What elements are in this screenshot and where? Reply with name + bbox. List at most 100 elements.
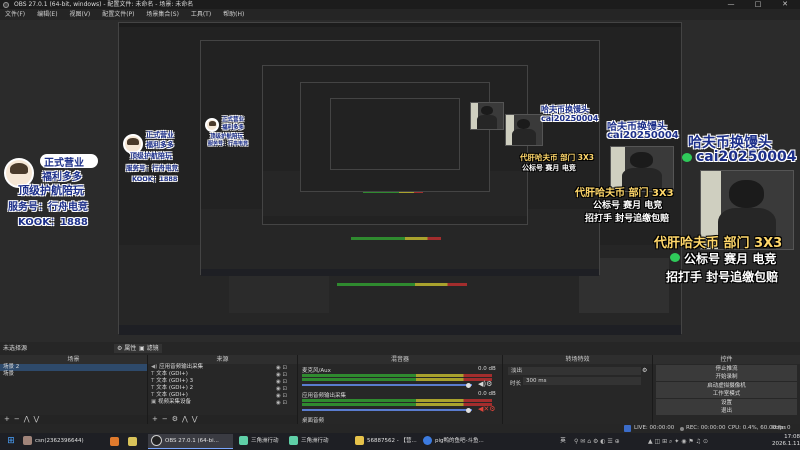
windows-start-icon[interactable]: ⊞ (4, 434, 18, 449)
menu-profile[interactable]: 配置文件(P) (97, 9, 139, 20)
delta-force-icon (289, 436, 298, 445)
duration-input[interactable]: 300 ms (523, 377, 641, 385)
app-icon (110, 437, 119, 446)
menu-tools[interactable]: 工具(T) (186, 9, 216, 20)
virtual-camera-button[interactable]: 启动虚拟摄像机 (656, 381, 797, 390)
close-button[interactable]: ✕ (772, 0, 798, 9)
menu-view[interactable]: 视图(V) (64, 9, 95, 20)
volume-knob[interactable] (466, 407, 471, 413)
source-item[interactable]: T 文本 (GDI+) (148, 392, 297, 399)
transition-select[interactable]: 淡出 (508, 367, 641, 375)
system-tray-icons-2[interactable]: ▲ ◫ ⊞ ⌕ ✦ ◉ ⚑ ♫ ⊙ (648, 434, 748, 449)
sources-dock: 来源 ◀) 应用音频输出采集 T 文本 (GDI+) T 文本 (GDI+) 3… (148, 355, 298, 424)
camera-icon: ▣ (151, 399, 157, 405)
source-item[interactable]: ▣ 视频采集设备 (148, 399, 297, 406)
preview-canvas[interactable]: 哈夫币换馒头 cai20250004 代肝哈夫币 部门 3X3 公标号 赛月 电… (0, 20, 800, 342)
volume-slider[interactable] (302, 384, 472, 386)
studio-mode-button[interactable]: 工作室模式 (656, 390, 797, 398)
maximize-button[interactable]: □ (745, 0, 771, 9)
rec-time: REC: 00:00:00 (686, 425, 726, 431)
source-item[interactable]: T 文本 (GDI+) 3 (148, 378, 297, 385)
move-up-icon[interactable]: ⋀ (24, 415, 30, 423)
input-method-indicator[interactable]: 英 (556, 434, 570, 449)
eye-icon[interactable]: ◉ ⊡ (276, 393, 287, 400)
source-toolbar: 未选择源 ⚙ 属性 ▣ 滤镜 (0, 342, 800, 355)
source-item[interactable]: ◀) 应用音频输出采集 (148, 364, 297, 371)
taskbar-item-obs[interactable]: OBS 27.0.1 (64-bi... (148, 434, 233, 449)
taskbar-app[interactable] (126, 434, 140, 449)
scenes-dock: 场景 场景 2 场景 + − ⋀ ⋁ (0, 355, 148, 424)
overlay-medium-line5: 招打手 封号追缴包赔 (585, 214, 670, 224)
badge-small-line3: 顶级护航陪玩 (210, 134, 244, 140)
taskbar-item-qq[interactable]: csn(2362396644) (20, 434, 105, 449)
taskbar-item-chat[interactable]: 56887562 - 【营... (352, 434, 417, 449)
wechat-icon-2 (670, 253, 680, 262)
taskbar-label: 56887562 - 【营... (367, 438, 417, 444)
stream-health-icon (624, 425, 631, 432)
source-item[interactable]: T 文本 (GDI+) (148, 371, 297, 378)
eye-icon[interactable]: ◉ ⊡ (276, 400, 287, 407)
source-label: 视频采集设备 (157, 399, 191, 405)
scene-item[interactable]: 场景 (0, 371, 147, 378)
eye-icon[interactable]: ◉ ⊡ (276, 379, 287, 386)
eye-icon[interactable]: ◉ ⊡ (276, 372, 287, 379)
volume-knob[interactable] (466, 382, 471, 388)
badge-medium-line3: 顶级护航陪玩 (130, 152, 172, 160)
taskbar-app[interactable] (108, 434, 122, 449)
transition-settings-icon[interactable]: ⚙ (642, 367, 647, 374)
overlay-line4: 公标号 赛月 电竞 (684, 252, 777, 266)
move-up-icon[interactable]: ⋀ (182, 415, 188, 423)
webcam-feed-small-2 (470, 102, 504, 130)
no-source-selected-label: 未选择源 (3, 345, 28, 352)
badge-line2: 福利多多 (42, 172, 82, 183)
exit-button[interactable]: 退出 (656, 407, 797, 415)
wechat-icon (682, 153, 692, 162)
remove-source-icon[interactable]: − (162, 415, 168, 423)
system-tray-icons[interactable]: ⚲ ✉ ⌂ ⚙ ◐ ☰ ⊕ (574, 434, 644, 449)
menu-bar: 文件(F) 编辑(E) 视图(V) 配置文件(P) 场景集合(S) 工具(T) … (0, 9, 800, 20)
source-item[interactable]: T 文本 (GDI+) 2 (148, 385, 297, 392)
volume-slider[interactable] (302, 409, 472, 411)
mute-icon[interactable]: ◀)⚙ (478, 380, 492, 388)
minimize-button[interactable]: — (718, 0, 744, 9)
stop-streaming-button[interactable]: 停止推流 (656, 364, 797, 373)
taskbar-item-game-2[interactable]: 三角洲行动 (286, 434, 346, 449)
settings-button[interactable]: 设置 (656, 398, 797, 407)
taskbar-item-browser[interactable]: pig鸭的鱼吧-斗鱼... (420, 434, 490, 449)
add-source-icon[interactable]: + (152, 415, 158, 423)
filters-button[interactable]: ▣ 滤镜 (136, 344, 162, 353)
source-settings-icon[interactable]: ⚙ (172, 415, 178, 423)
muted-icon[interactable]: ◀✕⚙ (478, 405, 496, 413)
menu-scene-collection[interactable]: 场景集合(S) (141, 9, 184, 20)
bitrate: kb/s: 0 (772, 425, 791, 431)
move-down-icon[interactable]: ⋁ (192, 415, 198, 423)
move-down-icon[interactable]: ⋁ (34, 415, 40, 423)
eye-icon[interactable]: ◉ ⊡ (276, 386, 287, 393)
overlay-line5: 招打手 封号追缴包赔 (666, 270, 779, 284)
add-scene-icon[interactable]: + (4, 415, 10, 423)
eye-icon[interactable]: ◉ ⊡ (276, 365, 287, 372)
remove-scene-icon[interactable]: − (14, 415, 20, 423)
badge-small-line4: 服务号：行舟电竞 (208, 141, 249, 147)
overlay-small-line3: 代肝哈夫币 部门 3X3 (520, 153, 594, 162)
menu-help[interactable]: 帮助(H) (218, 9, 249, 20)
controls-title: 控件 (653, 355, 800, 364)
overlay-small-id: cai20250004 (541, 114, 599, 123)
delta-force-icon (239, 436, 248, 445)
taskbar-label: OBS 27.0.1 (64-bi... (165, 438, 219, 444)
start-recording-button[interactable]: 开始录制 (656, 373, 797, 381)
clock[interactable]: 17:08 2026.1.11 (772, 434, 800, 448)
scene-item[interactable]: 场景 2 (0, 364, 147, 371)
controls-dock: 控件 停止推流 开始录制 启动虚拟摄像机 工作室模式 设置 退出 (653, 355, 800, 424)
overlay-line3: 代肝哈夫币 部门 3X3 (654, 236, 783, 251)
volume-meter (302, 374, 492, 377)
menu-file[interactable]: 文件(F) (0, 9, 30, 20)
taskbar-item-game[interactable]: 三角洲行动 (236, 434, 286, 449)
menu-edit[interactable]: 编辑(E) (32, 9, 62, 20)
filters-label: 滤镜 (146, 345, 159, 352)
taskbar-label: csn(2362396644) (35, 438, 84, 444)
speaker-icon: ◀) (151, 364, 158, 370)
overlay-medium-line4: 公标号 赛月 电竞 (593, 201, 663, 211)
channel-db: 0.0 dB (478, 391, 496, 397)
channel-name: 桌面音频 (302, 418, 325, 424)
